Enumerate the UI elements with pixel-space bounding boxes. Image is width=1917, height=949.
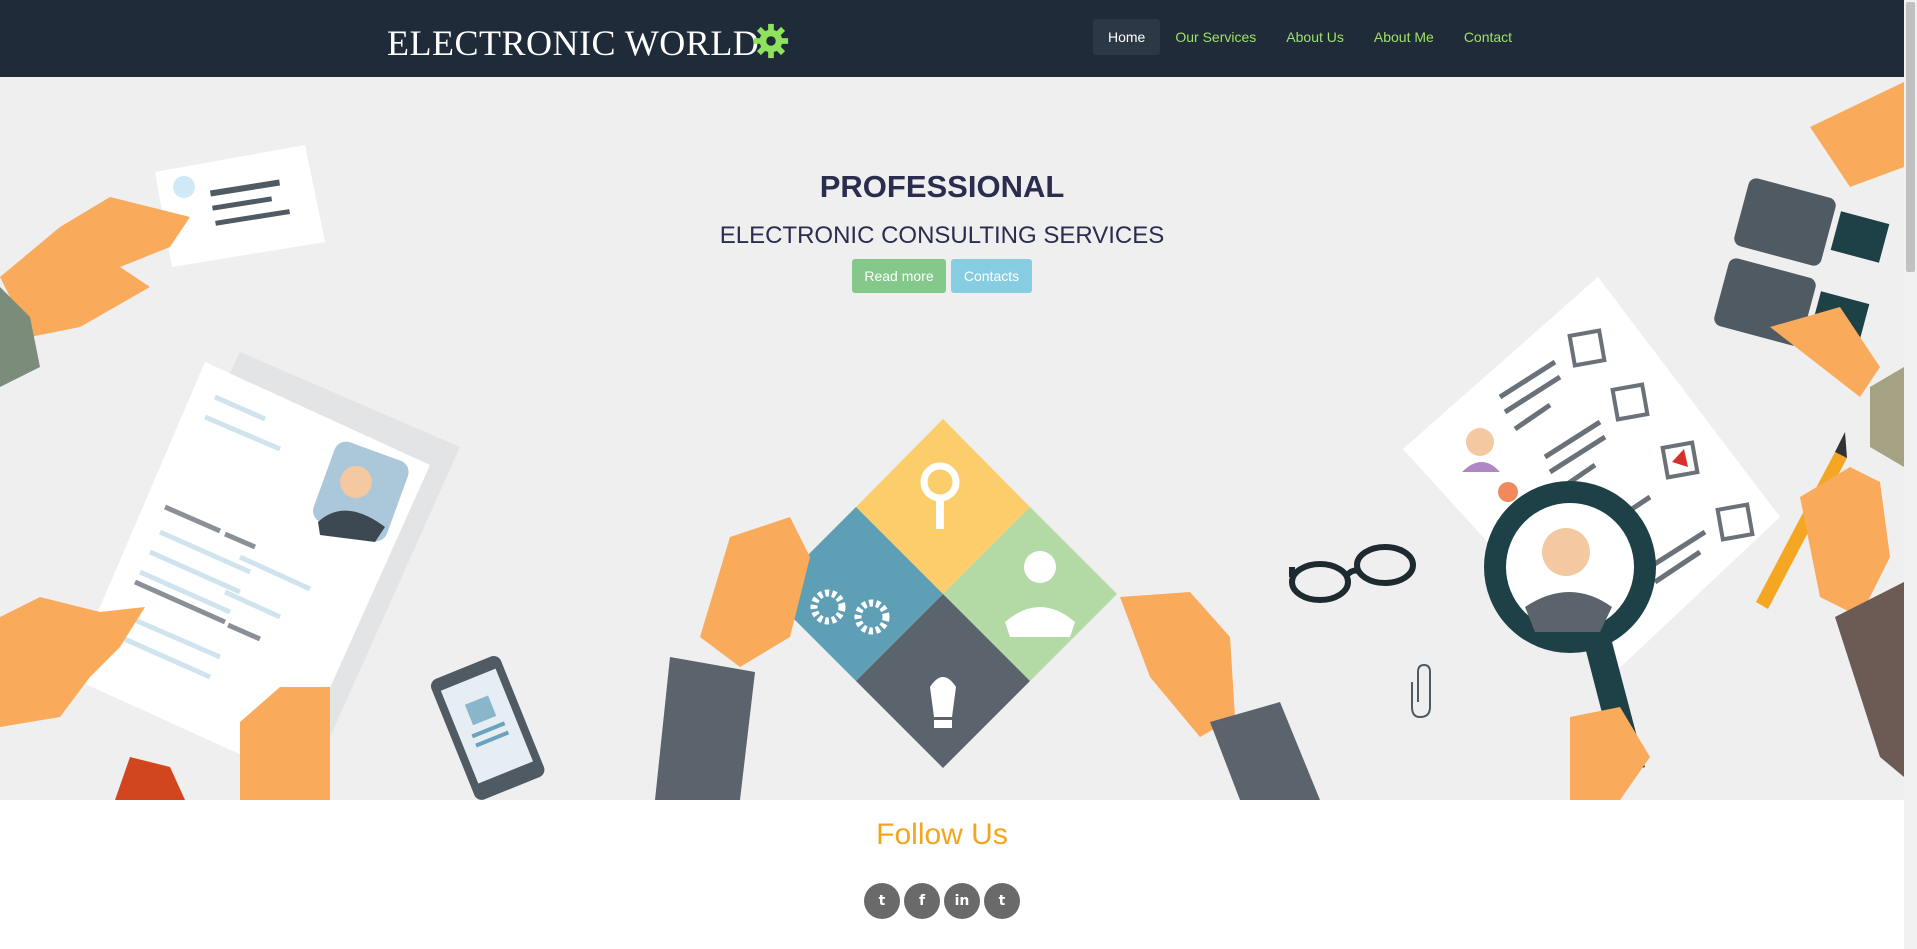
nav-our-services[interactable]: Our Services [1160,19,1271,55]
nav-about-me[interactable]: About Me [1359,19,1449,55]
vertical-scrollbar[interactable] [1904,0,1917,949]
read-more-button[interactable]: Read more [852,259,946,293]
pencil-and-hand-illustration [1756,432,1904,777]
main-nav: Home Our Services About Us About Me Cont… [1093,19,1527,55]
nav-contact[interactable]: Contact [1449,19,1527,55]
nav-home[interactable]: Home [1093,19,1161,55]
linkedin-icon[interactable]: in [944,883,980,919]
hero-subtitle: ELECTRONIC CONSULTING SERVICES [719,222,1165,249]
hero-section: PROFESSIONAL ELECTRONIC CONSULTING SERVI… [0,77,1904,800]
twitter-icon[interactable]: t [984,883,1020,919]
hero-title: PROFESSIONAL [819,169,1065,204]
smartphone-illustration [430,656,545,800]
twitter-icon[interactable]: t [864,883,900,919]
top-navbar: ELECTRONIC WORLD Home Our Services About… [0,0,1904,77]
contacts-button[interactable]: Contacts [951,259,1032,293]
puzzle-illustration [769,419,1117,768]
glasses-illustration [1289,544,1416,603]
nav-about-us[interactable]: About Us [1271,19,1359,55]
gear-icon [753,23,789,59]
binoculars-illustration [1714,82,1904,467]
follow-us-heading: Follow Us [876,818,1008,851]
brand-logo-text[interactable]: ELECTRONIC WORLD [387,22,759,64]
social-icons: t f in t [864,883,1024,919]
facebook-icon[interactable]: f [904,883,940,919]
scrollbar-thumb[interactable] [1906,2,1915,272]
paperclip-illustration [1411,663,1431,719]
